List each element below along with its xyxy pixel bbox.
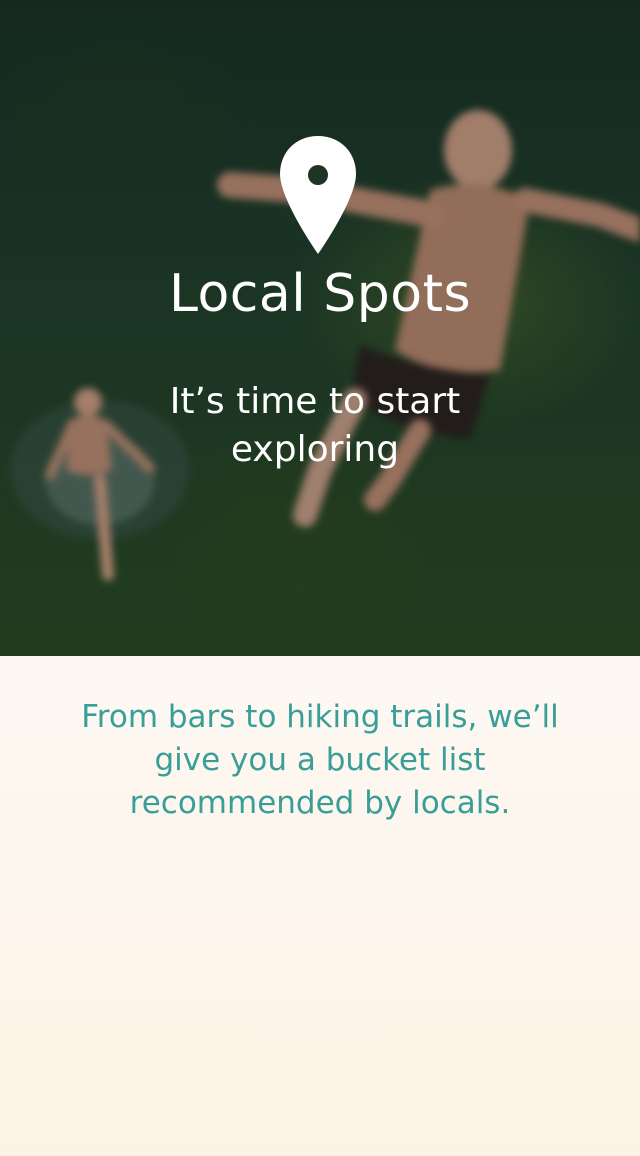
onboarding-screen: Local Spots It’s time to start exploring…	[0, 0, 640, 1156]
app-title: Local Spots	[168, 264, 472, 324]
hero-photo: Local Spots It’s time to start exploring	[0, 0, 640, 656]
hero-overlay	[0, 0, 640, 656]
location-pin-icon	[280, 136, 356, 254]
hero-tagline: It’s time to start exploring	[169, 381, 461, 470]
info-panel: From bars to hiking trails, we’ll give y…	[0, 656, 640, 1156]
feature-description: From bars to hiking trails, we’ll give y…	[81, 699, 559, 821]
